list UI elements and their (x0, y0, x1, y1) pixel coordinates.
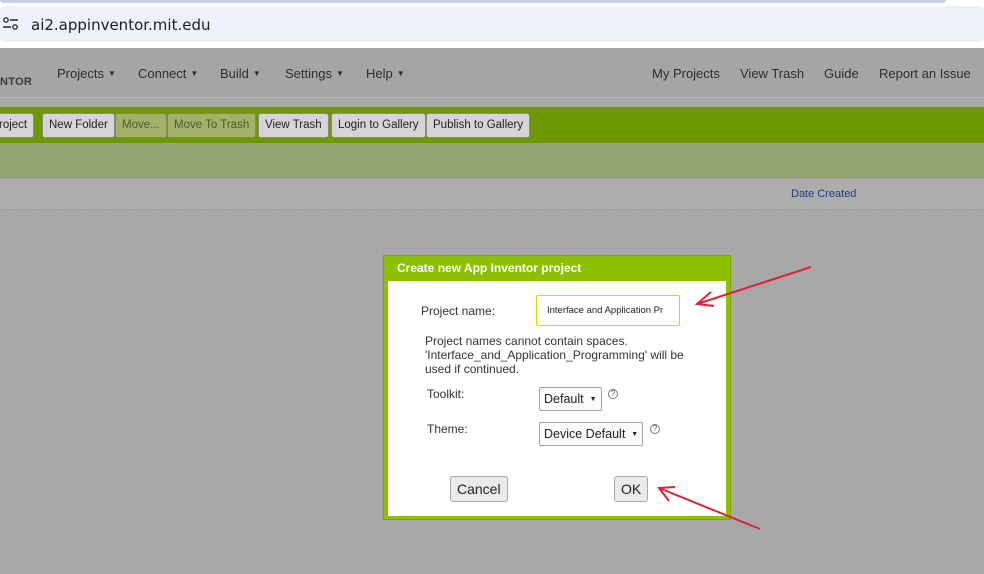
view-trash-button[interactable]: View Trash (258, 113, 329, 138)
date-created-column-header[interactable]: Date Created (791, 188, 856, 200)
theme-label: Theme: (427, 422, 468, 436)
app-brand[interactable]: NTOR (0, 76, 32, 88)
menu-settings-label: Settings (285, 66, 332, 81)
cancel-button[interactable]: Cancel (450, 476, 508, 502)
menu-connect[interactable]: Connect ▼ (138, 66, 198, 81)
link-guide[interactable]: Guide (824, 66, 859, 81)
project-table-header: Date Created (0, 179, 984, 210)
project-toolbar: roject New Folder Move... Move To Trash … (0, 107, 984, 143)
new-folder-button[interactable]: New Folder (42, 113, 115, 138)
toolkit-label: Toolkit: (427, 387, 465, 401)
ok-button[interactable]: OK (614, 476, 649, 502)
menu-help[interactable]: Help ▼ (366, 66, 405, 81)
project-name-warning: Project names cannot contain spaces. 'In… (425, 334, 715, 376)
project-name-label: Project name: (421, 304, 496, 318)
theme-help-icon[interactable]: ? (650, 424, 660, 434)
menu-settings[interactable]: Settings ▼ (285, 66, 344, 81)
link-my-projects[interactable]: My Projects (652, 66, 720, 81)
site-settings-icon[interactable] (2, 16, 20, 32)
top-navigation: NTOR Projects ▼ Connect ▼ Build ▼ Settings ▼… (0, 48, 984, 98)
link-report-issue[interactable]: Report an Issue (879, 66, 971, 81)
menu-connect-label: Connect (138, 66, 187, 81)
warning-line-1: Project names cannot contain spaces. (425, 334, 628, 348)
move-button[interactable]: Move... (115, 113, 167, 138)
tab-strip-edge (0, 0, 946, 3)
menu-projects-label: Projects (57, 66, 104, 81)
menu-projects[interactable]: Projects ▼ (57, 66, 116, 81)
dropdown-caret-icon: ▼ (589, 396, 597, 403)
login-to-gallery-button[interactable]: Login to Gallery (331, 113, 426, 138)
dropdown-caret-icon: ▼ (396, 69, 405, 78)
create-project-dialog: Create new App Inventor project Project … (383, 255, 731, 520)
menu-help-label: Help (366, 66, 393, 81)
warning-line-2: 'Interface_and_Application_Programming' … (425, 348, 684, 362)
browser-url-bar: ai2.appinventor.mit.edu (0, 0, 984, 48)
dropdown-caret-icon: ▼ (631, 431, 639, 438)
warning-line-3: used if continued. (425, 362, 520, 376)
dialog-body: Project name: Interface and Application … (388, 281, 726, 516)
theme-selected-value: Device Default (544, 427, 626, 441)
toolkit-select[interactable]: Default ▼ (539, 387, 602, 411)
theme-select[interactable]: Device Default ▼ (539, 422, 644, 446)
move-to-trash-button[interactable]: Move To Trash (167, 113, 257, 138)
menu-build-label: Build (220, 66, 249, 81)
folder-path-bar (0, 143, 984, 178)
start-new-project-button[interactable]: roject (0, 113, 35, 138)
dropdown-caret-icon: ▼ (190, 69, 199, 78)
url-text[interactable]: ai2.appinventor.mit.edu (31, 16, 211, 34)
toolkit-selected-value: Default (544, 392, 584, 406)
menu-build[interactable]: Build ▼ (220, 66, 261, 81)
project-name-input[interactable]: Interface and Application Pr (536, 295, 680, 326)
dropdown-caret-icon: ▼ (107, 69, 116, 78)
link-view-trash[interactable]: View Trash (740, 66, 804, 81)
publish-to-gallery-button[interactable]: Publish to Gallery (426, 113, 531, 138)
toolkit-help-icon[interactable]: ? (608, 389, 618, 399)
dialog-title: Create new App Inventor project (397, 261, 582, 275)
dropdown-caret-icon: ▼ (252, 69, 261, 78)
dropdown-caret-icon: ▼ (335, 69, 344, 78)
